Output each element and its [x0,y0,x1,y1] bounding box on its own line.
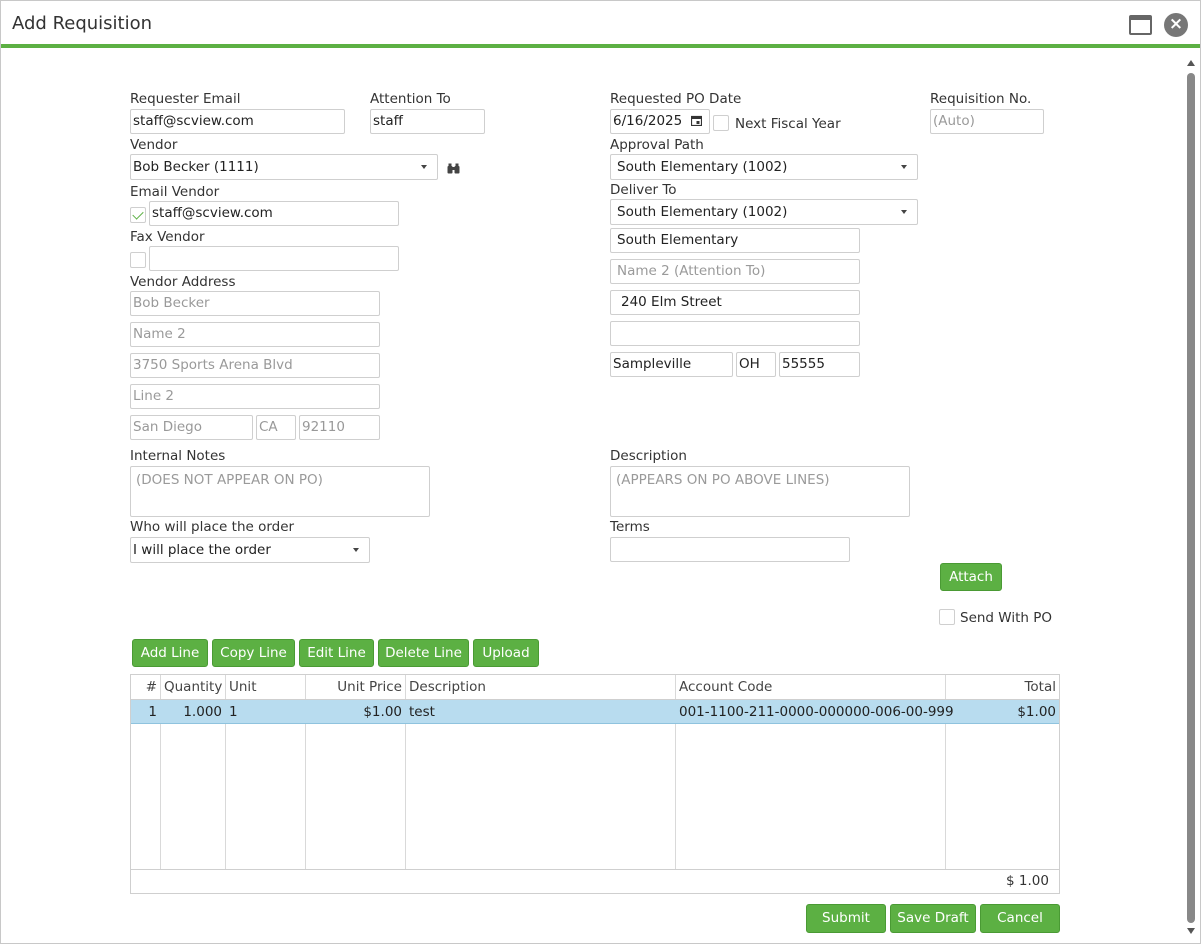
requisition-lines-grid: # Quantity Unit Unit Price Description A… [130,674,1060,894]
approval-path-label: Approval Path [610,137,704,153]
chevron-down-icon [901,210,907,214]
requisition-no-input: (Auto) [930,109,1044,134]
deliver-address-line1[interactable]: 240 Elm Street [610,290,860,315]
deliver-address-line2[interactable] [610,321,860,346]
send-with-po-checkbox[interactable] [939,609,955,625]
cell-number: 1 [148,704,157,720]
add-requisition-dialog: Add Requisition × Requester Email staff@… [0,0,1201,944]
fax-vendor-checkbox[interactable] [130,252,146,268]
close-icon[interactable]: × [1164,13,1188,37]
requested-po-date-label: Requested PO Date [610,91,742,107]
description-label: Description [610,448,687,464]
scroll-up-icon[interactable] [1187,60,1195,66]
requested-po-date-value: 6/16/2025 [613,113,683,129]
column-header-description[interactable]: Description [406,675,675,699]
vendor-label: Vendor [130,137,178,153]
who-places-order-select[interactable]: I will place the order [130,537,370,563]
vendor-address-label: Vendor Address [130,274,236,290]
grid-footer-total: $ 1.00 [1006,873,1049,889]
fax-vendor-label: Fax Vendor [130,229,205,245]
deliver-address-name2[interactable]: Name 2 (Attention To) [610,259,860,284]
deliver-to-value: South Elementary (1002) [617,204,788,220]
title-bar: Add Requisition × [1,1,1200,48]
terms-label: Terms [610,519,650,535]
email-vendor-checkbox[interactable] [130,207,146,223]
vendor-address-zip: 92110 [299,415,380,440]
column-header-unit-price[interactable]: Unit Price [306,675,405,699]
cell-account-code: 001-1100-211-0000-000000-006-00-999 [679,704,954,720]
approval-path-select[interactable]: South Elementary (1002) [610,154,918,180]
deliver-address-state[interactable]: OH [736,352,776,377]
who-places-order-label: Who will place the order [130,519,295,535]
cell-quantity: 1.000 [183,704,222,720]
upload-button[interactable]: Upload [473,639,539,667]
email-vendor-input[interactable]: staff@scview.com [149,201,399,226]
submit-button[interactable]: Submit [806,904,886,933]
edit-line-button[interactable]: Edit Line [299,639,374,667]
internal-notes-textarea[interactable]: (DOES NOT APPEAR ON PO) [130,466,430,517]
maximize-icon[interactable] [1129,15,1152,35]
next-fiscal-year-label: Next Fiscal Year [735,116,841,132]
dialog-title: Add Requisition [12,13,153,34]
column-header-total[interactable]: Total [946,675,1059,699]
vendor-select[interactable]: Bob Becker (1111) [130,154,438,180]
cell-unit-price: $1.00 [363,704,402,720]
vertical-scrollbar[interactable] [1185,56,1198,940]
vendor-address-city: San Diego [130,415,253,440]
chevron-down-icon [353,548,359,552]
vendor-address-name: Bob Becker [130,291,380,316]
who-places-order-value: I will place the order [133,542,271,558]
vendor-select-value: Bob Becker (1111) [133,159,259,175]
email-vendor-label: Email Vendor [130,184,220,200]
vendor-address-line2: Line 2 [130,384,380,409]
add-line-button[interactable]: Add Line [132,639,208,667]
terms-input[interactable] [610,537,850,562]
deliver-to-label: Deliver To [610,182,677,198]
calendar-icon[interactable] [691,115,702,126]
delete-line-button[interactable]: Delete Line [378,639,469,667]
requisition-no-label: Requisition No. [930,91,1032,107]
fax-vendor-input[interactable] [149,246,399,271]
approval-path-value: South Elementary (1002) [617,159,788,175]
internal-notes-label: Internal Notes [130,448,226,464]
column-header-number[interactable]: # [131,675,160,699]
column-header-account-code[interactable]: Account Code [676,675,945,699]
cancel-button[interactable]: Cancel [980,904,1060,933]
chevron-down-icon [901,165,907,169]
binoculars-icon[interactable] [447,163,460,174]
attach-button[interactable]: Attach [940,563,1002,591]
attention-to-input[interactable]: staff [370,109,485,134]
attention-to-label: Attention To [370,91,451,107]
scroll-down-icon[interactable] [1187,928,1195,934]
cell-description: test [409,704,435,720]
deliver-address-name[interactable]: South Elementary [610,228,860,253]
save-draft-button[interactable]: Save Draft [890,904,976,933]
copy-line-button[interactable]: Copy Line [212,639,295,667]
vendor-address-name2: Name 2 [130,322,380,347]
requester-email-label: Requester Email [130,91,241,107]
column-header-quantity[interactable]: Quantity [161,675,225,699]
table-row[interactable]: 1 1.000 1 $1.00 test 001-1100-211-0000-0… [131,700,1059,724]
deliver-to-select[interactable]: South Elementary (1002) [610,199,918,225]
vendor-address-line1: 3750 Sports Arena Blvd [130,353,380,378]
scrollbar-thumb[interactable] [1187,73,1195,923]
next-fiscal-year-checkbox[interactable] [713,115,729,131]
vendor-address-state: CA [256,415,296,440]
chevron-down-icon [421,165,427,169]
description-textarea[interactable]: (APPEARS ON PO ABOVE LINES) [610,466,910,517]
cell-total: $1.00 [1017,704,1056,720]
cell-unit: 1 [229,704,238,720]
deliver-address-city[interactable]: Sampleville [610,352,733,377]
requester-email-input[interactable]: staff@scview.com [130,109,345,134]
send-with-po-label: Send With PO [960,610,1053,626]
column-header-unit[interactable]: Unit [226,675,305,699]
deliver-address-zip[interactable]: 55555 [779,352,860,377]
grid-footer: $ 1.00 [131,869,1059,893]
